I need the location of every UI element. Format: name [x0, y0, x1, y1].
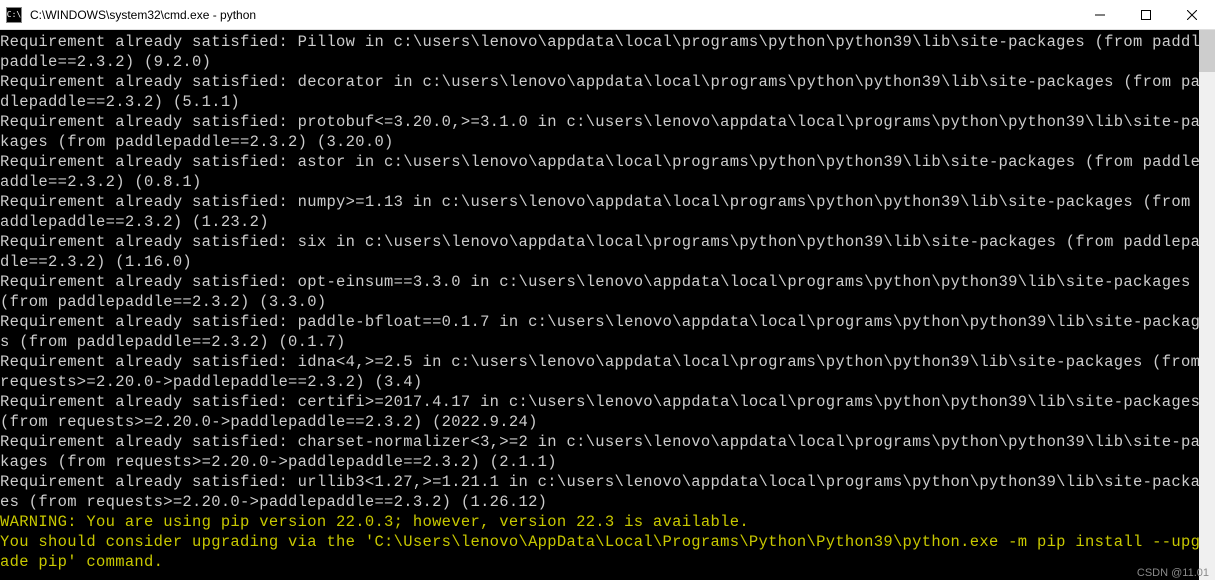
- terminal-line: WARNING: You are using pip version 22.0.…: [0, 512, 1215, 532]
- terminal-line: You should consider upgrading via the 'C…: [0, 532, 1215, 572]
- terminal-line: Requirement already satisfied: Pillow in…: [0, 32, 1215, 72]
- close-button[interactable]: [1169, 0, 1215, 30]
- terminal-line: Requirement already satisfied: opt-einsu…: [0, 272, 1215, 312]
- terminal-line: Requirement already satisfied: idna<4,>=…: [0, 352, 1215, 392]
- terminal-line: Requirement already satisfied: charset-n…: [0, 432, 1215, 472]
- terminal-line: Requirement already satisfied: protobuf<…: [0, 112, 1215, 152]
- terminal-line: Requirement already satisfied: certifi>=…: [0, 392, 1215, 432]
- terminal-line: Requirement already satisfied: astor in …: [0, 152, 1215, 192]
- terminal-line: Requirement already satisfied: six in c:…: [0, 232, 1215, 272]
- title-bar: C:\ C:\WINDOWS\system32\cmd.exe - python: [0, 0, 1215, 30]
- minimize-button[interactable]: [1077, 0, 1123, 30]
- scrollbar-thumb[interactable]: [1199, 30, 1215, 72]
- watermark: CSDN @11.01: [1137, 567, 1209, 579]
- cmd-icon-text: C:\: [7, 10, 21, 19]
- terminal-line: Requirement already satisfied: decorator…: [0, 72, 1215, 112]
- window-title: C:\WINDOWS\system32\cmd.exe - python: [28, 8, 1077, 22]
- terminal-output[interactable]: Requirement already satisfied: Pillow in…: [0, 30, 1215, 580]
- cmd-icon: C:\: [6, 7, 22, 23]
- maximize-button[interactable]: [1123, 0, 1169, 30]
- terminal-line: Requirement already satisfied: numpy>=1.…: [0, 192, 1215, 232]
- terminal-line: Requirement already satisfied: paddle-bf…: [0, 312, 1215, 352]
- window-controls: [1077, 0, 1215, 30]
- terminal-line: Requirement already satisfied: urllib3<1…: [0, 472, 1215, 512]
- scrollbar-track[interactable]: [1199, 30, 1215, 580]
